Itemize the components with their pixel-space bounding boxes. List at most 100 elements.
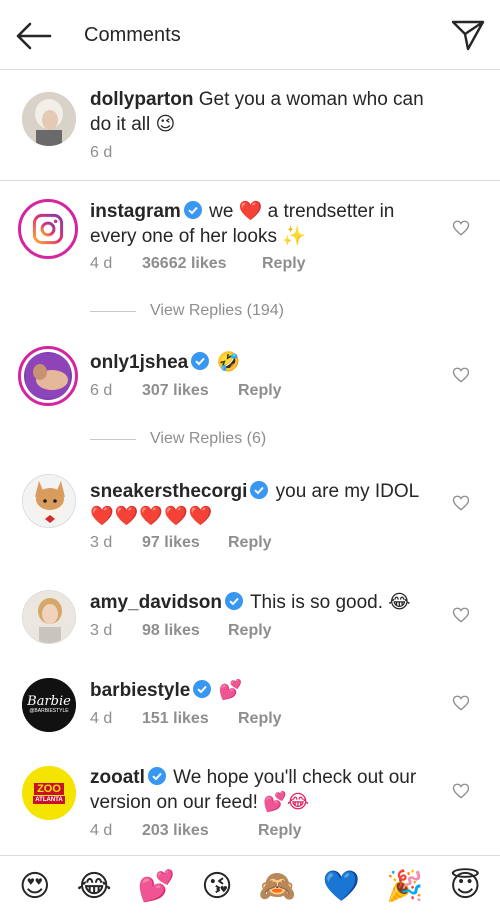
kiss-emoji-button[interactable]: 😘 [201,871,232,902]
comment-meta: 6 d [90,144,142,162]
username[interactable]: barbiestyle [90,680,190,701]
timestamp: 3 d [90,534,113,551]
view-replies[interactable]: View Replies (194) [90,302,284,320]
heart-eyes-emoji-button[interactable]: 😍 [19,871,50,902]
replies-line [90,310,136,312]
comment-meta: 4 d 151 likes Reply [90,710,282,728]
avatar-brand-text: ZOO [34,782,64,795]
avatar-image [23,591,75,643]
avatar-image [26,354,70,398]
rofl-emoji: 🤣 [216,351,241,373]
view-replies-label[interactable]: View Replies (6) [150,430,266,448]
hearts-joy-emoji: 💕😂 [263,791,310,813]
verified-badge-icon [193,680,212,698]
comment-meta: 4 d 203 likes Reply [90,822,302,840]
like-heart-icon[interactable] [452,606,470,624]
party-popper-emoji-button[interactable]: 🎉 [386,871,423,902]
view-replies-label[interactable]: View Replies (194) [150,302,284,320]
comment-item: sneakersthecorgi you are my IDOL ❤️❤️❤️❤… [0,460,500,570]
like-count[interactable]: 36662 likes [142,255,262,273]
comment-text: barbiestyle 💕 [90,678,440,703]
instagram-logo-icon [32,213,64,245]
like-heart-icon[interactable] [452,366,470,384]
comment-text: only1jshea 🤣 [90,350,440,375]
caption-comment: dollyparton Get you a woman who can do i… [0,70,500,180]
timestamp: 4 d [90,255,113,272]
username[interactable]: instagram [90,201,181,222]
comment-item: ZOO ATLANTA zooatl We hope you'll check … [0,752,500,852]
avatar-brand-handle: ATLANTA [33,795,65,804]
verified-badge-icon [225,592,243,610]
emoji-quick-bar: 😍 😂 💕 😘 🙈 💙 🎉 😇 [0,855,500,917]
avatar-image [23,475,75,527]
username[interactable]: sneakersthecorgi [90,481,247,502]
top-bar: Comments [0,0,500,70]
comment-meta: 3 d 97 likes Reply [90,534,272,552]
comment-text: sneakersthecorgi you are my IDOL ❤️❤️❤️❤… [90,480,440,529]
verified-badge-icon [147,767,166,785]
wink-emoji: 😉 [155,113,176,135]
comment-body: we [209,201,234,222]
verified-badge-icon [191,352,210,370]
comment-text: amy_davidson This is so good. 😂 [90,590,440,615]
comment-item: amy_davidson This is so good. 😂 3 d 98 l… [0,572,500,662]
avatar[interactable]: Barbie @BARBIESTYLE [22,678,76,732]
timestamp: 4 d [90,710,113,727]
heart-emoji: ❤️ [238,200,263,222]
comment-item: Barbie @BARBIESTYLE barbiestyle 💕 4 d 15… [0,662,500,752]
view-replies[interactable]: View Replies (6) [90,430,266,448]
reply-button[interactable]: Reply [228,534,272,552]
verified-badge-icon [250,481,269,499]
timestamp: 3 d [90,622,113,639]
timestamp: 6 d [90,382,113,399]
avatar[interactable] [18,346,78,406]
avatar[interactable]: ZOO ATLANTA [22,766,76,820]
avatar-image [22,92,76,146]
comment-item: only1jshea 🤣 6 d 307 likes Reply [0,330,500,430]
comment-text: instagram we ❤️ a trendsetter in every o… [90,199,440,249]
avatar[interactable] [22,474,76,528]
like-heart-icon[interactable] [452,219,470,237]
like-heart-icon[interactable] [452,694,470,712]
joy-emoji-button[interactable]: 😂 [77,871,112,902]
like-count[interactable]: 97 likes [142,534,228,552]
comment-item: instagram we ❤️ a trendsetter in every o… [0,181,500,291]
timestamp: 4 d [90,822,113,839]
halo-emoji-button[interactable]: 😇 [450,871,481,902]
paper-plane-icon[interactable] [450,17,486,53]
avatar-brand-text: Barbie [27,694,71,709]
comment-meta: 6 d 307 likes Reply [90,382,282,400]
avatar[interactable] [22,92,76,146]
hearts-emoji: ❤️❤️❤️❤️❤️ [90,505,214,527]
replies-line [90,438,136,440]
username[interactable]: zooatl [90,767,145,788]
like-count[interactable]: 307 likes [142,382,238,400]
like-count[interactable]: 203 likes [142,822,258,840]
reply-button[interactable]: Reply [258,822,302,840]
avatar-brand-handle: @BARBIESTYLE [29,708,69,714]
two-hearts-emoji-button[interactable]: 💕 [138,871,175,902]
joy-emoji: 😂 [388,591,411,613]
comment-body: This is so good. [249,592,384,613]
like-count[interactable]: 98 likes [142,622,228,640]
comment-meta: 4 d 36662 likes Reply [90,255,306,273]
like-heart-icon[interactable] [452,782,470,800]
like-count[interactable]: 151 likes [142,710,238,728]
reply-button[interactable]: Reply [238,382,282,400]
avatar[interactable] [18,199,78,259]
like-heart-icon[interactable] [452,494,470,512]
page-title: Comments [84,24,181,46]
username[interactable]: only1jshea [90,352,188,373]
comment-meta: 3 d 98 likes Reply [90,622,272,640]
sparkles-emoji: ✨ [282,225,306,247]
username[interactable]: dollyparton [90,89,193,110]
comment-text: zooatl We hope you'll check out our vers… [90,766,440,815]
arrow-left-icon[interactable] [14,18,54,54]
see-no-evil-emoji-button[interactable]: 🙈 [259,871,296,902]
reply-button[interactable]: Reply [262,255,306,273]
username[interactable]: amy_davidson [90,592,222,613]
blue-heart-emoji-button[interactable]: 💙 [322,871,359,902]
reply-button[interactable]: Reply [228,622,272,640]
avatar[interactable] [22,590,76,644]
reply-button[interactable]: Reply [238,710,282,728]
